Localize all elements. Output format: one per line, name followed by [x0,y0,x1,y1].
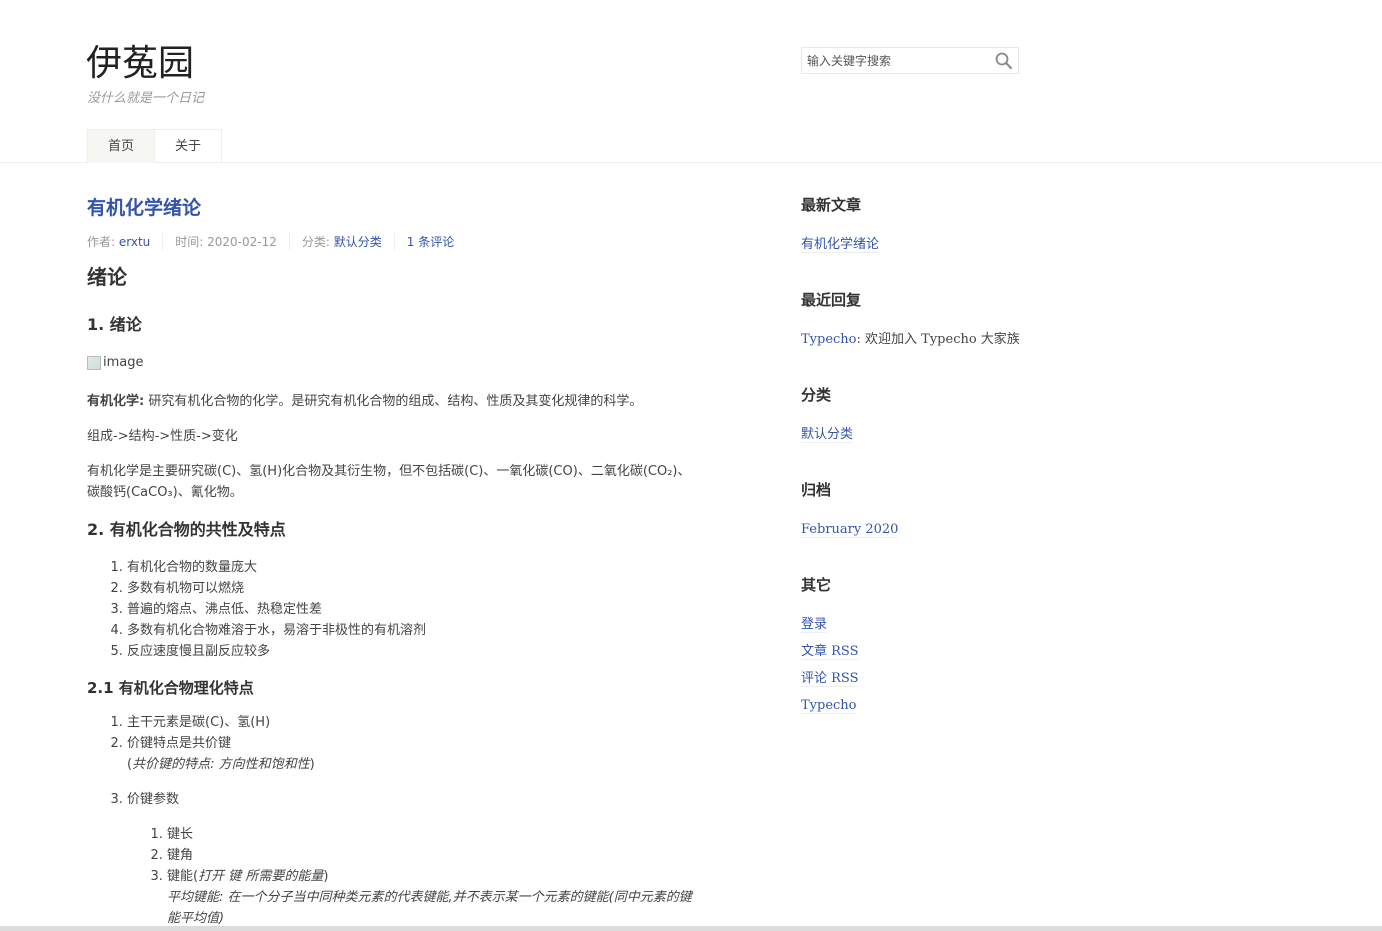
main-nav: 首页 关于 [87,129,223,163]
widget-title: 最近回复 [801,291,862,309]
search-input[interactable] [802,48,992,73]
post-title-link[interactable]: 有机化学绪论 [87,197,201,219]
image-alt-text: image [103,355,144,370]
archive-link[interactable]: February 2020 [801,522,899,538]
site-tagline: 没什么就是一个日记 [87,91,205,106]
list-item: 有机化学绪论 [801,231,1061,258]
widget-title: 分类 [801,386,832,404]
widget-title: 其它 [801,576,832,594]
paragraph-strong: 有机化学: [87,393,145,409]
search-form [801,47,1019,74]
content-image: image [87,352,697,377]
author-link[interactable]: erxtu [119,235,150,249]
category-link[interactable]: 默认分类 [801,427,854,443]
broken-image: image [87,352,144,373]
recent-post-link[interactable]: 有机化学绪论 [801,237,880,253]
list-item-text: 价键参数 [127,791,180,807]
comments-rss-link[interactable]: 评论 RSS [801,671,859,687]
widget-title: 最新文章 [801,196,862,214]
site-header: 伊菟园 没什么就是一个日记 首页 关于 [0,0,1382,163]
list-item: 登录 [801,611,1061,638]
widget-recent-comments: 最近回复 Typecho: 欢迎加入 Typecho 大家族 [801,288,1061,353]
list-item: 键角 [167,845,697,866]
main-content: 有机化学绪论 作者: erxtu 时间: 2020-02-12 分类: 默认分类… [87,193,697,931]
list-item: 有机化合物的数量庞大 [127,557,697,578]
list-item: Typecho [801,692,1061,719]
time-value: 2020-02-12 [207,235,277,249]
list-item-note: (共价键的特点: 方向性和饱和性) [127,754,697,775]
widget-recent-posts: 最新文章 有机化学绪论 [801,193,1061,258]
comments-link[interactable]: 1 条评论 [407,235,454,249]
widget-list: 有机化学绪论 [801,231,1061,258]
broken-image-icon [87,355,101,370]
category-link[interactable]: 默认分类 [334,235,382,249]
list-item: 评论 RSS [801,665,1061,692]
typecho-link[interactable]: Typecho [801,698,857,714]
properties-list: 主干元素是碳(C)、氢(H) 价键特点是共价键 (共价键的特点: 方向性和饱和性… [87,712,697,929]
list-item: 键长 [167,824,697,845]
nav-item-home[interactable]: 首页 [87,129,156,163]
author-label: 作者: [87,235,119,249]
list-item: Typecho: 欢迎加入 Typecho 大家族 [801,326,1061,353]
posts-rss-link[interactable]: 文章 RSS [801,644,859,660]
sidebar: 最新文章 有机化学绪论 最近回复 Typecho: 欢迎加入 Typecho 大… [801,193,1061,749]
post-comments: 1 条评论 [407,233,466,250]
list-item-note: 平均键能: 在一个分子当中同种类元素的代表键能,并不表示某一个元素的键能(同中元… [167,889,692,926]
list-item: February 2020 [801,516,1061,543]
post-title: 有机化学绪论 [87,193,697,220]
list-item: 多数有机物可以燃烧 [127,578,697,599]
features-list: 有机化合物的数量庞大 多数有机物可以燃烧 普遍的熔点、沸点低、热稳定性差 多数有… [87,557,697,662]
post: 有机化学绪论 作者: erxtu 时间: 2020-02-12 分类: 默认分类… [87,193,697,929]
widget-list: Typecho: 欢迎加入 Typecho 大家族 [801,326,1061,353]
list-item-text: 键能( [167,868,199,884]
post-time: 时间: 2020-02-12 [175,233,290,250]
list-item: 普遍的熔点、沸点低、热稳定性差 [127,599,697,620]
category-label: 分类: [301,235,334,249]
content-paragraph-2: 组成->结构->性质->变化 [87,428,238,444]
list-item: 主干元素是碳(C)、氢(H) [127,712,697,733]
content-heading-subsection-2-1: 2.1 有机化合物理化特点 [87,678,254,697]
note-text: 共价键的特点: 方向性和饱和性 [132,756,310,772]
list-item: 价键参数 键长 键角 键能(打开 键 所需要的能量) 平均键能: 在一个分子当中… [127,789,697,929]
content-heading-section-1: 1. 绪论 [87,315,142,334]
login-link[interactable]: 登录 [801,617,828,633]
widget-categories: 分类 默认分类 [801,383,1061,448]
post-author: 作者: erxtu [87,233,164,250]
comment-text: : 欢迎加入 Typecho 大家族 [856,332,1020,347]
list-item-close: ) [323,868,329,884]
list-item: 多数有机化合物难溶于水，易溶于非极性的有机溶剂 [127,620,697,641]
comment-author-link[interactable]: Typecho [801,332,857,347]
widget-list: February 2020 [801,516,1061,543]
widget-title: 归档 [801,481,832,499]
widget-list: 登录 文章 RSS 评论 RSS Typecho [801,611,1061,719]
content-heading-section-2: 2. 有机化合物的共性及特点 [87,519,286,539]
widget-misc: 其它 登录 文章 RSS 评论 RSS Typecho [801,573,1061,719]
content-paragraph-1: 有机化学: 研究有机化合物的化学。是研究有机化合物的组成、结构、性质及其变化规律… [87,391,697,412]
list-item: 反应速度慢且副反应较多 [127,641,697,662]
post-content: 绪论 1. 绪论 image 有机化学: 研究有机化合物的化学。是研究有机化合物… [87,262,697,929]
content-paragraph-3: 有机化学是主要研究碳(C)、氢(H)化合物及其衍生物，但不包括碳(C)、一氧化碳… [87,463,691,500]
content-heading-1: 绪论 [87,265,127,289]
paragraph-text: 研究有机化合物的化学。是研究有机化合物的组成、结构、性质及其变化规律的科学。 [144,393,643,409]
bond-params-list: 键长 键角 键能(打开 键 所需要的能量) 平均键能: 在一个分子当中同种类元素… [127,824,697,929]
list-item: 默认分类 [801,421,1061,448]
search-icon[interactable] [994,51,1014,71]
nav-item-about[interactable]: 关于 [155,129,223,163]
list-item: 文章 RSS [801,638,1061,665]
horizontal-scrollbar[interactable] [0,926,1382,931]
time-label: 时间: [175,235,208,249]
post-category: 分类: 默认分类 [302,233,395,250]
widget-list: 默认分类 [801,421,1061,448]
list-item-text: 价键特点是共价键 [127,735,232,751]
note-close: ) [309,756,315,772]
list-item: 价键特点是共价键 (共价键的特点: 方向性和饱和性) [127,733,697,775]
list-item-em: 打开 键 所需要的能量 [198,868,324,884]
site-name[interactable]: 伊菟园 [86,34,194,86]
widget-archives: 归档 February 2020 [801,478,1061,543]
list-item: 键能(打开 键 所需要的能量) 平均键能: 在一个分子当中同种类元素的代表键能,… [167,866,697,929]
post-meta: 作者: erxtu 时间: 2020-02-12 分类: 默认分类 1 条评论 [87,233,697,250]
